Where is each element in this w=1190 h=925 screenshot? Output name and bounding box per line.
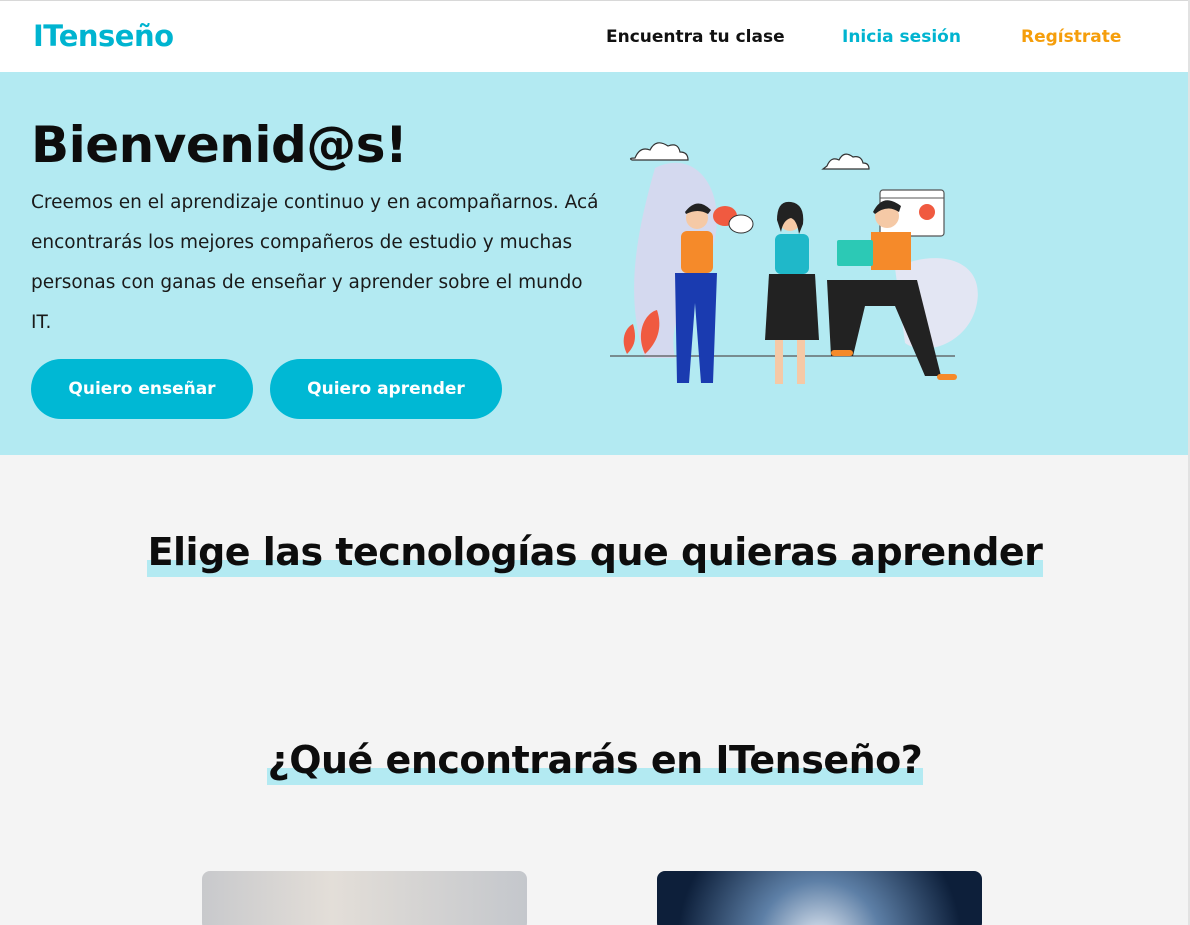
site-logo[interactable]: ITenseño	[33, 19, 174, 53]
teach-button[interactable]: Quiero enseñar	[31, 359, 253, 419]
features-section-title: ¿Qué encontrarás en ITenseño?	[0, 738, 1190, 785]
nav-register-link[interactable]: Regístrate	[1021, 27, 1121, 47]
feature-card-image-tech	[657, 871, 982, 925]
technologies-title-text: Elige las tecnologías que quieras aprend…	[146, 530, 1044, 577]
nav-find-class-link[interactable]: Encuentra tu clase	[606, 27, 785, 47]
hero-illustration	[610, 142, 978, 384]
top-navigation-bar: ITenseño Encuentra tu clase Inicia sesió…	[0, 0, 1190, 72]
features-title-text: ¿Qué encontrarás en ITenseño?	[266, 738, 924, 785]
learn-button[interactable]: Quiero aprender	[270, 359, 502, 419]
technologies-section-title: Elige las tecnologías que quieras aprend…	[0, 530, 1190, 577]
feature-card-image-people	[202, 871, 527, 925]
hero-description: Creemos en el aprendizaje continuo y en …	[31, 192, 599, 333]
hero-section: Bienvenid@s! Creemos en el aprendizaje c…	[0, 72, 1188, 455]
nav-login-link[interactable]: Inicia sesión	[842, 27, 961, 47]
hero-title: Bienvenid@s!	[31, 116, 408, 174]
